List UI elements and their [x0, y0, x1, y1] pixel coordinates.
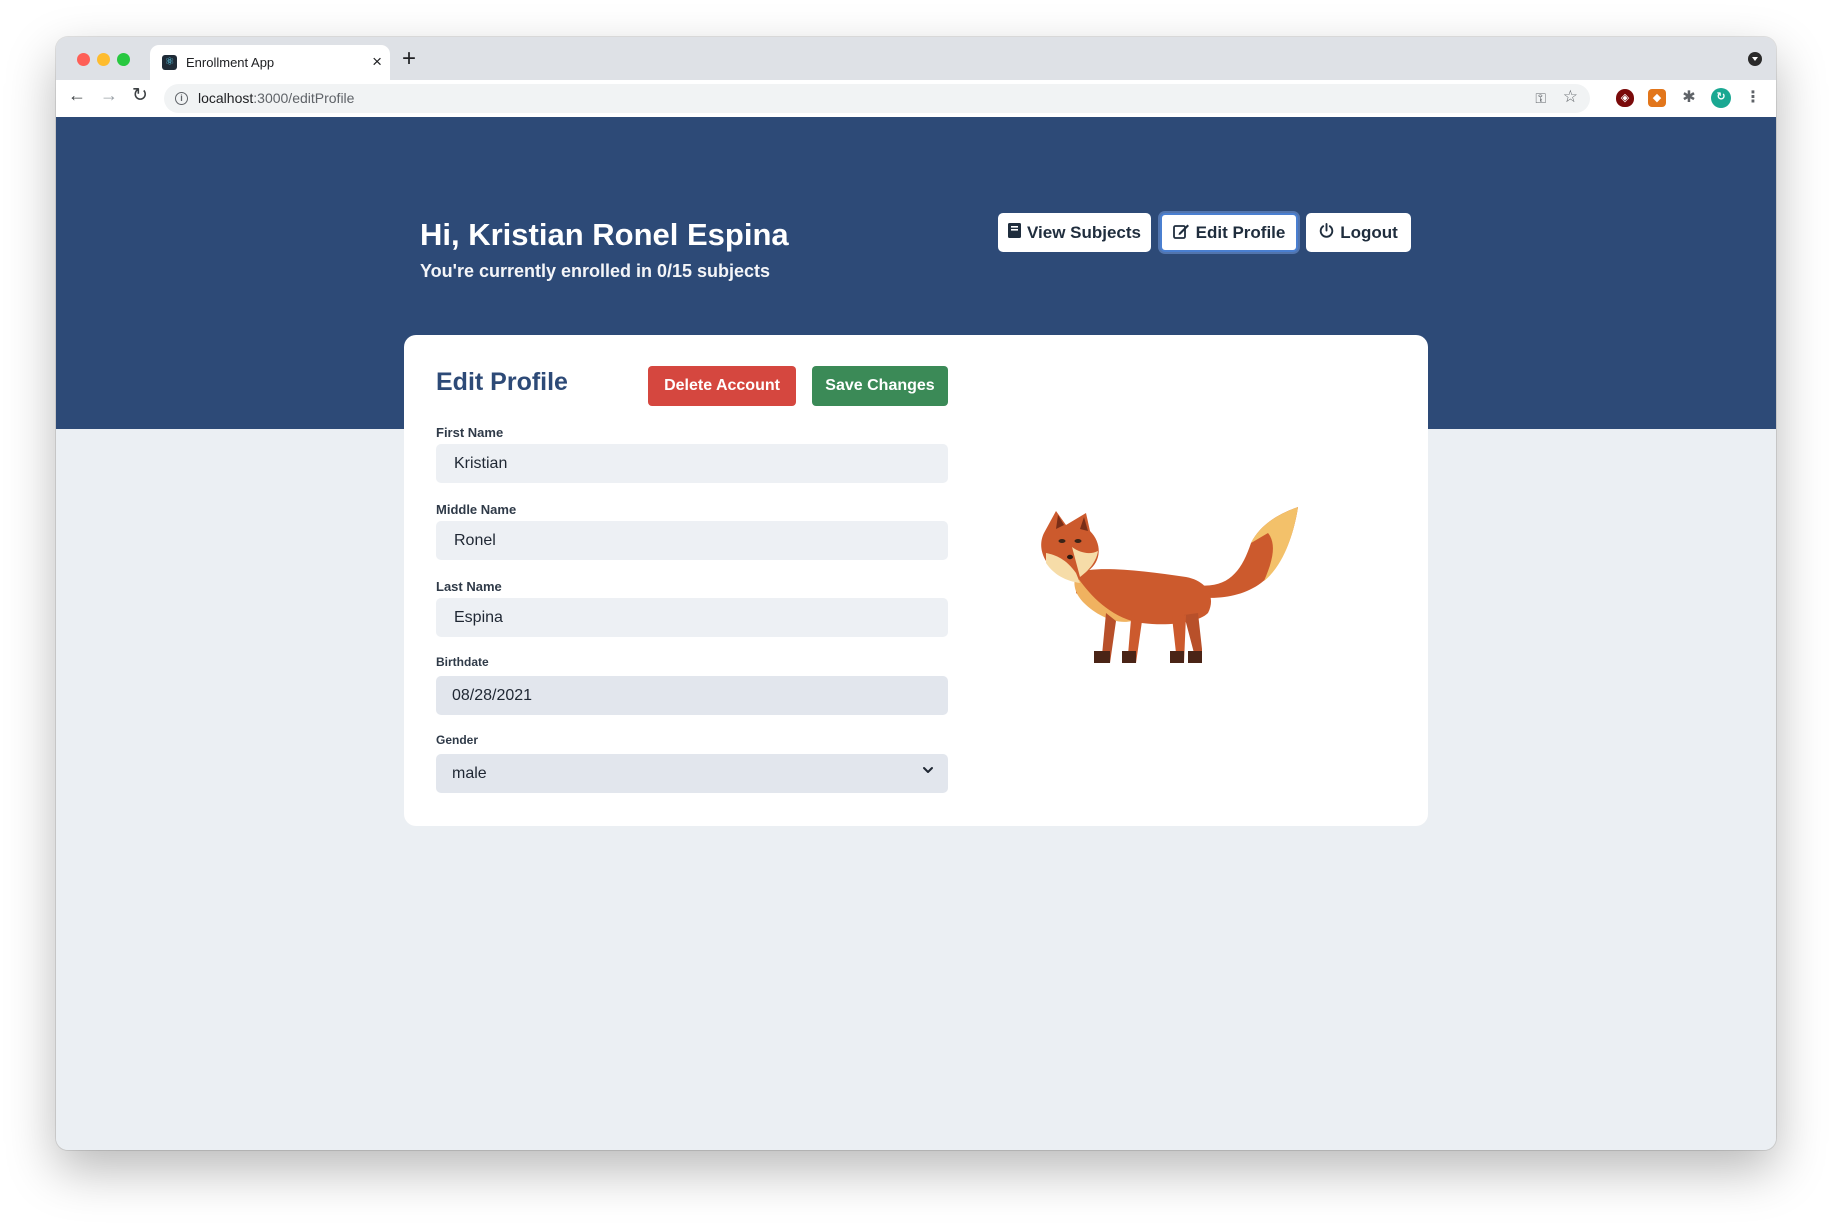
birthdate-input[interactable]: 08/28/2021 — [436, 676, 948, 715]
birthdate-label: Birthdate — [436, 655, 489, 669]
browser-toolbar: ← → ↻ i localhost:3000/editProfile ⚿ ☆ ◈… — [56, 80, 1776, 118]
title-bar: ⚛ Enrollment App × + — [56, 37, 1776, 80]
edit-icon — [1172, 223, 1190, 243]
tab-search-icon[interactable] — [1748, 52, 1762, 66]
new-tab-icon[interactable]: + — [402, 45, 416, 73]
gender-select[interactable]: male — [436, 754, 948, 793]
gender-label: Gender — [436, 733, 479, 747]
chevron-down-icon — [922, 764, 934, 779]
card-title: Edit Profile — [436, 368, 568, 396]
enrollment-status: You're currently enrolled in 0/15 subjec… — [420, 261, 771, 281]
browser-menu-icon[interactable]: ⋮ — [1744, 89, 1762, 107]
bookmark-star-icon[interactable]: ☆ — [1563, 87, 1578, 107]
metamask-extension-icon[interactable]: ◆ — [1648, 89, 1666, 107]
url-host: localhost — [198, 90, 254, 106]
power-icon — [1319, 223, 1334, 242]
greeting-heading: Hi, Kristian Ronel Espina — [420, 217, 789, 252]
save-changes-button[interactable]: Save Changes — [812, 366, 948, 406]
edit-profile-label: Edit Profile — [1195, 222, 1286, 242]
tab-title: Enrollment App — [186, 55, 275, 70]
ublock-extension-icon[interactable]: ◈ — [1616, 89, 1634, 107]
minimize-window-button[interactable] — [97, 53, 110, 66]
profile-avatar-icon[interactable]: ↻ — [1711, 88, 1731, 108]
reload-icon[interactable]: ↻ — [132, 84, 148, 107]
last-name-input[interactable]: Espina — [436, 598, 948, 637]
tab-close-icon[interactable]: × — [372, 52, 382, 72]
info-icon[interactable]: i — [175, 92, 188, 105]
gender-selected-value: male — [452, 764, 487, 782]
first-name-input[interactable]: Kristian — [436, 444, 948, 483]
forward-arrow-icon[interactable]: → — [100, 85, 118, 106]
logout-label: Logout — [1340, 222, 1398, 242]
delete-account-button[interactable]: Delete Account — [648, 366, 796, 406]
page-viewport: Hi, Kristian Ronel Espina You're current… — [56, 117, 1776, 1150]
logout-button[interactable]: Logout — [1306, 213, 1411, 252]
browser-window: ⚛ Enrollment App × + ← → ↻ i localhost:3… — [56, 37, 1776, 1150]
last-name-label: Last Name — [436, 579, 502, 594]
book-icon — [1007, 223, 1021, 242]
middle-name-label: Middle Name — [436, 502, 517, 517]
middle-name-input[interactable]: Ronel — [436, 521, 948, 560]
view-subjects-label: View Subjects — [1026, 222, 1141, 242]
browser-tab[interactable]: ⚛ Enrollment App × — [150, 45, 390, 80]
extensions-puzzle-icon[interactable]: ✱ — [1680, 89, 1698, 107]
edit-profile-card: Edit Profile Delete Account Save Changes… — [404, 335, 1428, 826]
maximize-window-button[interactable] — [117, 53, 130, 66]
key-icon[interactable]: ⚿ — [1535, 90, 1546, 107]
close-window-button[interactable] — [77, 53, 90, 66]
fox-illustration — [1041, 507, 1298, 663]
back-arrow-icon[interactable]: ← — [68, 85, 86, 106]
edit-profile-button[interactable]: Edit Profile — [1160, 213, 1298, 252]
react-icon: ⚛ — [162, 55, 177, 70]
first-name-label: First Name — [436, 425, 504, 440]
url-text[interactable]: localhost:3000/editProfile — [198, 90, 354, 106]
url-path: :3000/editProfile — [253, 90, 355, 106]
address-bar[interactable]: i localhost:3000/editProfile ⚿ ☆ — [164, 84, 1590, 113]
view-subjects-button[interactable]: View Subjects — [998, 213, 1151, 252]
